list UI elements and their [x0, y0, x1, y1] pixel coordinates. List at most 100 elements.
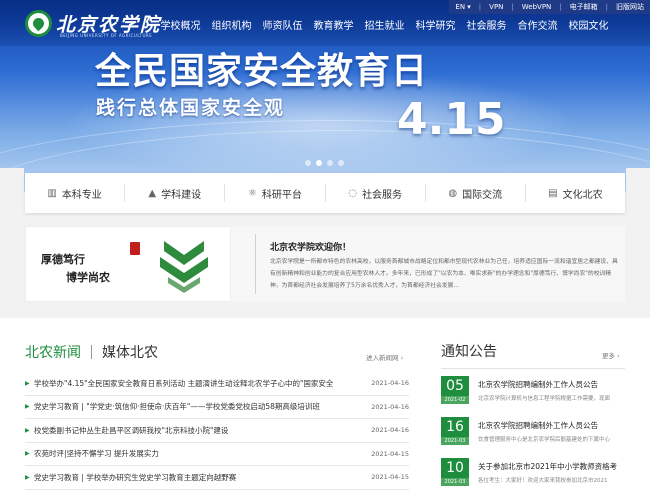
news-more-link[interactable]: 进入新闻网 › — [366, 352, 403, 362]
news-title: 校党委副书记仲丛生赴昌平区调研我校"北京科技小院"建设 — [34, 425, 229, 435]
notice-list: 05 2021-02 北京农学院招聘编制外工作人员公告 北京农学院计算机与信息工… — [441, 376, 625, 499]
quick-item-undergrad[interactable]: ▥ 本科专业 — [25, 184, 126, 202]
date-year-month: 2021-03 — [441, 478, 469, 486]
tab-media-news[interactable]: 媒体北农 — [102, 342, 158, 362]
slide-dot[interactable] — [305, 160, 311, 166]
school-logo-icon[interactable] — [25, 10, 52, 37]
nav-item[interactable]: 教育教学 — [308, 17, 359, 32]
banner-subtitle: 践行总体国家安全观 — [96, 97, 286, 119]
date-badge: 16 2021-03 — [441, 417, 469, 445]
slide-dot[interactable] — [327, 160, 333, 166]
quick-item-research[interactable]: ⚛ 科研平台 — [225, 184, 326, 202]
book-icon: ▥ — [47, 187, 57, 199]
divider: | — [511, 3, 514, 11]
nav-item[interactable]: 学校概况 — [155, 17, 206, 32]
news-date: 2021-04-16 — [371, 426, 409, 435]
news-item[interactable]: ▶ 党史学习教育 | 学校举办研究生党史学习教育主题定向越野赛 2021-04-… — [25, 466, 409, 490]
bullet-icon: ▶ — [25, 403, 30, 411]
quick-item-label: 本科专业 — [61, 189, 102, 201]
news-title: 学校举办"4.15"全民国家安全教育日系列活动 主题演讲生动诠释北农学子心中的"… — [34, 378, 334, 388]
utility-bar: EN ▾ | VPN | WebVPN | 电子邮箱 | 旧版网站 — [449, 0, 650, 14]
news-title: 农苑时评|坚持不懈学习 提升发展实力 — [34, 449, 159, 459]
divider — [255, 234, 256, 294]
date-day: 16 — [441, 417, 469, 437]
quick-item-culture[interactable]: ▤ 文化北农 — [526, 184, 625, 202]
news-list: ▶ 学校举办"4.15"全民国家安全教育日系列活动 主题演讲生动诠释北农学子心中… — [25, 372, 409, 490]
motto-line-2: 博学尚农 — [66, 271, 110, 284]
news-date: 2021-04-16 — [371, 402, 409, 411]
slide-dot[interactable] — [338, 160, 344, 166]
slide-dot-active[interactable] — [316, 160, 322, 166]
news-date: 2021-04-16 — [371, 379, 409, 388]
email-link[interactable]: 电子邮箱 — [570, 2, 598, 12]
nav-item[interactable]: 组织机构 — [206, 17, 257, 32]
notice-item[interactable]: 10 2021-03 关于参加北京市2021年中小学教师资格考 各位考生：大家好… — [441, 458, 625, 499]
nav-item[interactable]: 科学研究 — [410, 17, 461, 32]
nav-item[interactable]: 社会服务 — [461, 17, 512, 32]
notice-item-title: 关于参加北京市2021年中小学教师资格考 — [478, 462, 618, 471]
news-item[interactable]: ▶ 学校举办"4.15"全民国家安全教育日系列活动 主题演讲生动诠释北农学子心中… — [25, 372, 409, 396]
quick-item-discipline[interactable]: ▲ 学科建设 — [125, 184, 226, 202]
tab-campus-news[interactable]: 北农新闻 — [25, 342, 81, 362]
notice-item-desc: 饮食管理服务中心是北京农学院后勤基建处的下属中心 — [478, 437, 611, 443]
divider: | — [559, 3, 562, 11]
nav-item[interactable]: 师资队伍 — [257, 17, 308, 32]
date-year-month: 2021-03 — [441, 437, 469, 445]
logo-subtitle: BEIJING UNIVERSITY OF AGRICULTURE — [60, 33, 153, 38]
banner-date: 4.15 — [397, 94, 506, 145]
news-item[interactable]: ▶ 党史学习教育 | "学党史·筑信仰·担使命·庆百年"——学校党委党校启动58… — [25, 396, 409, 419]
quick-item-label: 社会服务 — [361, 189, 402, 201]
motto-line-1: 厚德笃行 — [41, 253, 85, 266]
notice-title: 通知公告 — [441, 344, 497, 360]
bullet-icon: ▶ — [25, 450, 30, 458]
news-title: 党史学习教育 | 学校举办研究生党史学习教育主题定向越野赛 — [34, 472, 237, 482]
news-item[interactable]: ▶ 校党委副书记仲丛生赴昌平区调研我校"北京科技小院"建设 2021-04-16 — [25, 419, 409, 443]
webvpn-link[interactable]: WebVPN — [522, 3, 552, 11]
school-emblem-chevron-icon — [160, 241, 208, 293]
notice-item-title: 北京农学院招聘编制外工作人员公告 — [478, 380, 598, 389]
motto-image[interactable]: 厚德笃行 博学尚农 — [25, 226, 231, 302]
vpn-link[interactable]: VPN — [489, 3, 503, 11]
bullet-icon: ▶ — [25, 379, 30, 387]
slide-dots — [305, 160, 344, 166]
notice-item[interactable]: 16 2021-03 北京农学院招聘编制外工作人员公告 饮食管理服务中心是北京农… — [441, 417, 625, 458]
divider — [91, 345, 92, 359]
quick-item-international[interactable]: ◍ 国际交流 — [426, 184, 526, 202]
main-nav: 学校概况 组织机构 师资队伍 教育教学 招生就业 科学研究 社会服务 合作交流 … — [155, 17, 614, 32]
bullet-icon: ▶ — [25, 473, 30, 481]
banner-corner — [626, 168, 650, 192]
news-item[interactable]: ▶ 农苑时评|坚持不懈学习 提升发展实力 2021-04-15 — [25, 443, 409, 466]
welcome-title[interactable]: 北京农学院欢迎你！ — [270, 240, 351, 253]
notice-item-desc: 北京农学院计算机与信息工程学院根据工作需要，现面 — [478, 396, 611, 402]
news-title: 党史学习教育 | "学党史·筑信仰·担使命·庆百年"——学校党委党校启动58期高… — [34, 402, 320, 412]
bullet-icon: ▶ — [25, 426, 30, 434]
news-tabs: 北农新闻 媒体北农 — [25, 342, 158, 362]
divider — [441, 368, 625, 369]
news-date: 2021-04-15 — [371, 473, 409, 482]
chat-icon: ◌ — [348, 187, 357, 199]
old-site-link[interactable]: 旧版网站 — [616, 2, 644, 12]
document-icon: ▤ — [548, 187, 558, 199]
quick-item-label: 学科建设 — [161, 189, 202, 201]
atom-icon: ⚛ — [247, 187, 257, 199]
date-day: 05 — [441, 376, 469, 396]
welcome-section: 厚德笃行 博学尚农 北京农学院欢迎你！ 北京农学院是一所都市特色的农林高校，以服… — [25, 226, 625, 302]
graduation-cap-icon: ▲ — [148, 187, 157, 199]
notice-more-link[interactable]: 更多 › — [602, 350, 620, 360]
date-day: 10 — [441, 458, 469, 478]
quick-menu: ▥ 本科专业 ▲ 学科建设 ⚛ 科研平台 ◌ 社会服务 ◍ 国际交流 ▤ 文化北… — [25, 173, 625, 213]
hero-banner[interactable]: 北京农学院 BEIJING UNIVERSITY OF AGRICULTURE … — [0, 0, 650, 192]
nav-item[interactable]: 招生就业 — [359, 17, 410, 32]
language-switch[interactable]: EN ▾ — [455, 3, 470, 11]
notice-item[interactable]: 05 2021-02 北京农学院招聘编制外工作人员公告 北京农学院计算机与信息工… — [441, 376, 625, 417]
notice-item-desc: 各位考生：大家好！欢迎大家来我校参加北京市2021 — [478, 478, 608, 484]
nav-item[interactable]: 合作交流 — [512, 17, 563, 32]
banner-title: 全民国家安全教育日 — [95, 51, 429, 92]
nav-item[interactable]: 校园文化 — [563, 17, 614, 32]
divider: | — [478, 3, 482, 11]
quick-item-label: 国际交流 — [462, 189, 503, 201]
quick-item-label: 科研平台 — [261, 189, 302, 201]
date-badge: 10 2021-03 — [441, 458, 469, 486]
welcome-body: 北京农学院是一所都市特色的农林高校，以服务首都城市战略定位和都市型现代农林业为己… — [270, 259, 618, 289]
quick-item-service[interactable]: ◌ 社会服务 — [326, 184, 426, 202]
